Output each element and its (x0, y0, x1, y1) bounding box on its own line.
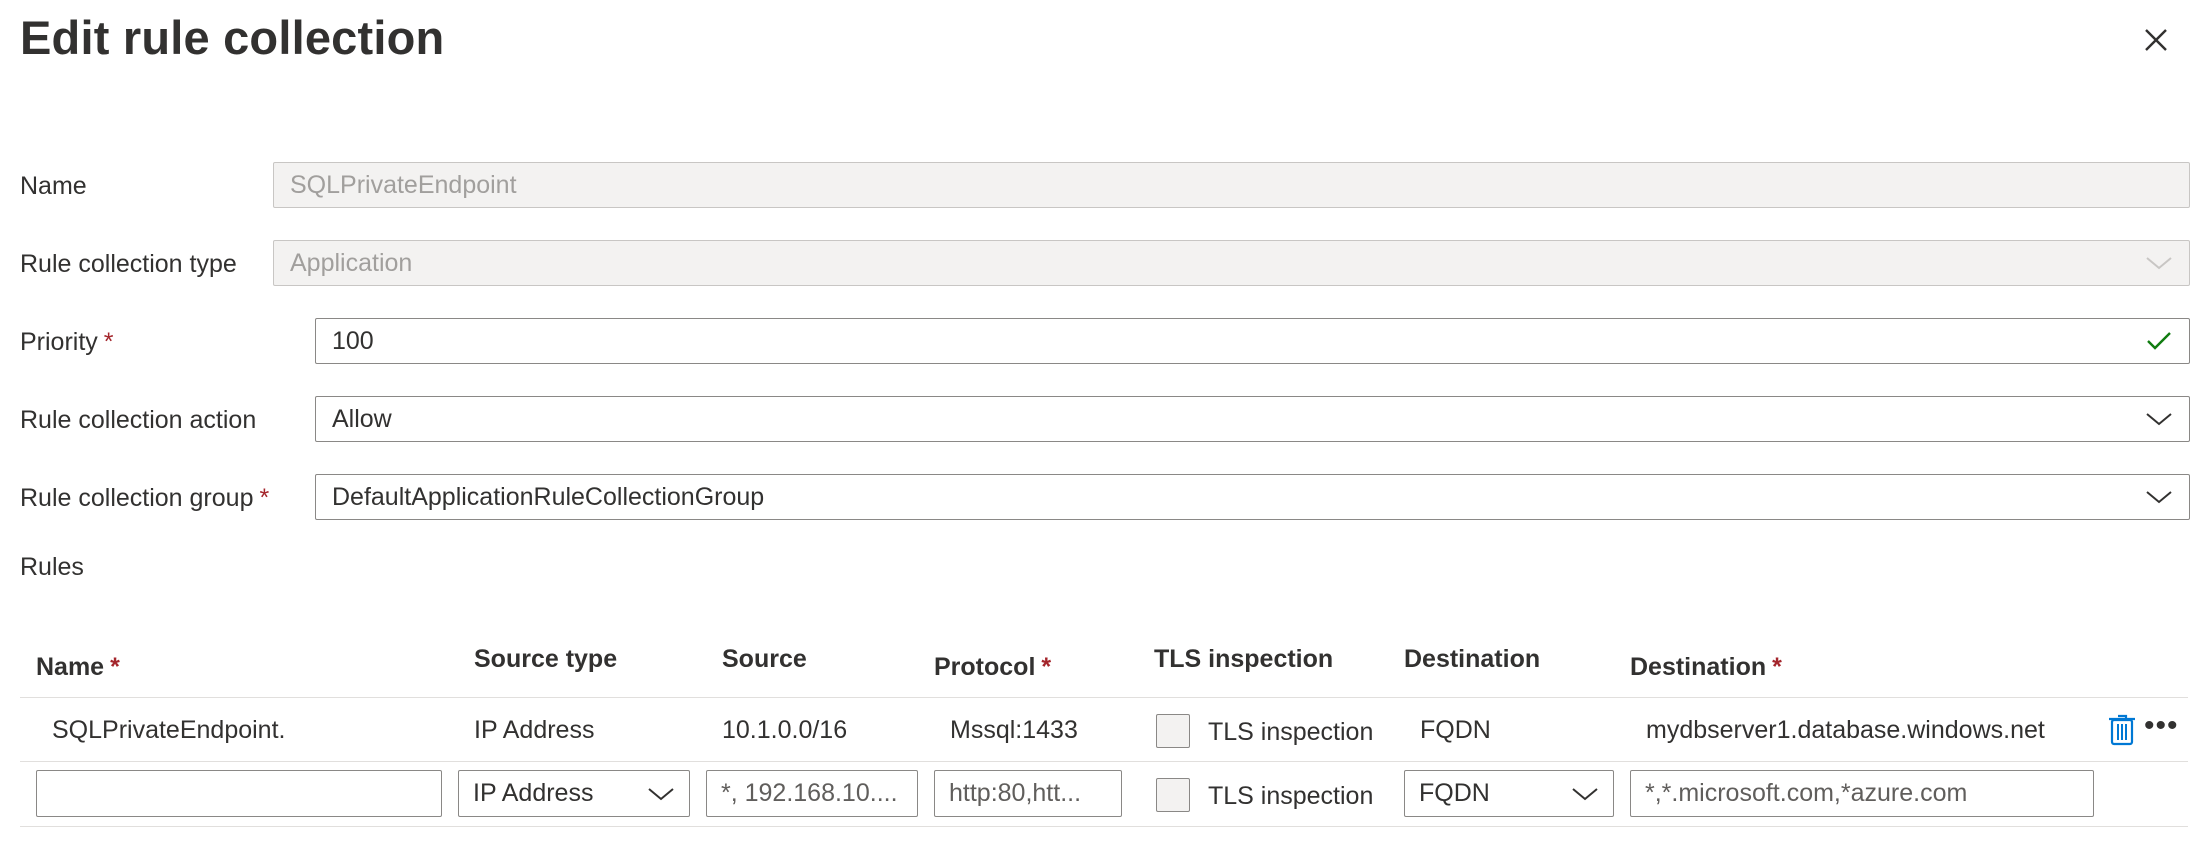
column-header-destination-text: Destination (1630, 653, 1767, 681)
required-marker: * (259, 484, 270, 512)
column-header-name-text: Name (36, 653, 105, 681)
close-icon (2145, 29, 2167, 51)
panel-title: Edit rule collection (20, 11, 445, 64)
new-rule-source-placeholder: *, 192.168.10.... (721, 779, 898, 807)
rule-collection-type-label: Rule collection type (20, 250, 237, 278)
table-divider (20, 697, 2188, 698)
rule-destination: mydbserver1.database.windows.net (1646, 716, 2045, 744)
rule-collection-action-select[interactable]: Allow (315, 396, 2190, 442)
checkmark-icon (2147, 332, 2171, 350)
name-value: SQLPrivateEndpoint (290, 170, 517, 199)
required-marker: * (1041, 653, 1052, 681)
priority-input[interactable]: 100 (315, 318, 2190, 364)
new-rule-name-input[interactable] (36, 770, 442, 817)
new-rule-tls-checkbox[interactable] (1156, 778, 1190, 812)
rule-destination-type: FQDN (1420, 716, 1491, 744)
required-marker: * (110, 653, 120, 681)
table-divider (20, 826, 2188, 827)
new-rule-destination-type-select[interactable]: FQDN (1404, 770, 1614, 817)
rule-collection-group-value: DefaultApplicationRuleCollectionGroup (332, 482, 765, 511)
name-field: SQLPrivateEndpoint (273, 162, 2190, 208)
new-rule-protocol-placeholder: http:80,htt... (949, 779, 1082, 807)
rule-source: 10.1.0.0/16 (722, 716, 848, 744)
tls-inspection-label: TLS inspection (1208, 718, 1374, 746)
chevron-down-icon (648, 787, 674, 800)
column-header-source: Source (722, 645, 807, 673)
rule-protocol: Mssql:1433 (950, 716, 1078, 744)
column-header-protocol: Protocol * (934, 653, 1051, 682)
new-rule-destination-type-value: FQDN (1419, 779, 1490, 807)
new-rule-protocol-input[interactable]: http:80,htt... (934, 770, 1122, 817)
rules-label: Rules (20, 553, 84, 581)
column-header-destination-type: Destination (1404, 645, 1541, 673)
column-header-destination: Destination * (1630, 653, 1782, 682)
rule-collection-type-select: Application (273, 240, 2190, 286)
more-options-icon[interactable]: ••• (2144, 711, 2184, 744)
chevron-down-icon (2146, 491, 2172, 504)
chevron-down-icon (2146, 413, 2172, 426)
new-rule-destination-input[interactable]: *,*.microsoft.com,*azure.com (1630, 770, 2094, 817)
rule-name: SQLPrivateEndpoint. (52, 716, 286, 744)
required-marker: * (103, 328, 114, 356)
column-header-tls-inspection: TLS inspection (1154, 645, 1334, 673)
priority-label-text: Priority (20, 328, 98, 356)
rule-collection-action-label: Rule collection action (20, 406, 257, 434)
new-rule-tls-label: TLS inspection (1208, 782, 1374, 810)
new-rule-destination-placeholder: *,*.microsoft.com,*azure.com (1645, 779, 1968, 807)
column-header-source-type: Source type (474, 645, 618, 673)
column-header-protocol-text: Protocol (934, 653, 1036, 681)
new-rule-source-type-value: IP Address (473, 779, 594, 807)
chevron-down-icon (2146, 257, 2172, 270)
chevron-down-icon (1572, 787, 1598, 800)
table-divider (20, 761, 2188, 762)
delete-trash-icon[interactable] (2108, 712, 2136, 746)
priority-label: Priority * (20, 328, 114, 357)
new-rule-source-input[interactable]: *, 192.168.10.... (706, 770, 918, 817)
rule-collection-type-value: Application (290, 248, 413, 277)
required-marker: * (1772, 653, 1782, 681)
priority-value: 100 (332, 326, 374, 355)
rule-collection-action-value: Allow (332, 404, 392, 433)
new-rule-source-type-select[interactable]: IP Address (458, 770, 690, 817)
rule-collection-group-select[interactable]: DefaultApplicationRuleCollectionGroup (315, 474, 2190, 520)
rule-source-type: IP Address (474, 716, 595, 744)
column-header-name: Name * (36, 653, 120, 682)
name-label: Name (20, 172, 87, 200)
close-button[interactable] (2138, 22, 2174, 58)
rule-collection-group-label-text: Rule collection group (20, 484, 254, 512)
rule-collection-group-label: Rule collection group * (20, 484, 269, 513)
tls-inspection-checkbox[interactable] (1156, 714, 1190, 748)
